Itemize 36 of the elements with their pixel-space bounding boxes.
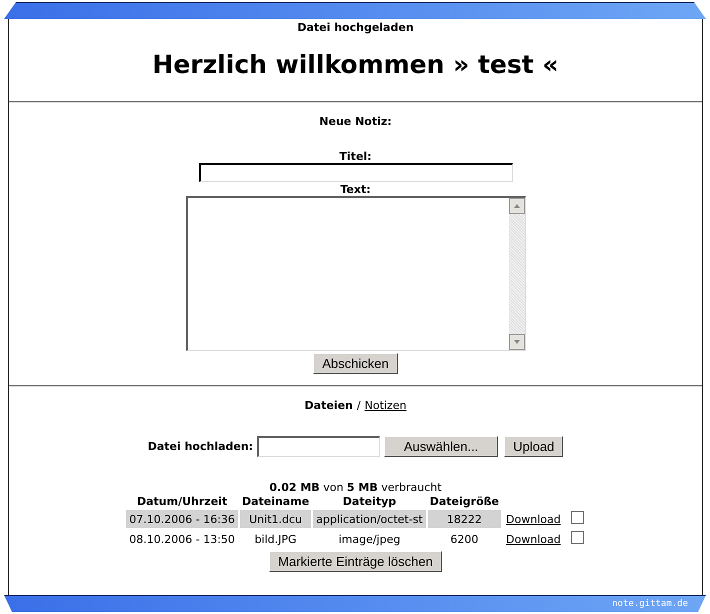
row-checkbox[interactable]	[570, 511, 584, 524]
table-cell: 18222	[428, 510, 502, 528]
download-link[interactable]: Download	[504, 532, 563, 546]
site-address: note.gittam.de	[612, 599, 688, 609]
column-header: Dateigröße	[428, 495, 500, 508]
nav-separator: /	[356, 399, 361, 412]
welcome-heading: Herzlich willkommen » test «	[152, 50, 559, 79]
browse-button[interactable]: Auswählen...	[384, 436, 498, 457]
nav-link[interactable]: Notizen	[364, 399, 406, 412]
table-cell: Unit1.dcu	[240, 510, 312, 528]
table-cell-text: image/jpeg	[338, 532, 402, 548]
scroll-up-icon[interactable]	[508, 198, 524, 214]
upload-label: Datei hochladen:	[148, 440, 254, 453]
submit-button[interactable]: Abschicken	[313, 353, 398, 374]
storage-usage: 0.02 MB von 5 MB verbraucht	[269, 481, 442, 494]
status-message: Datei hochgeladen	[297, 21, 414, 34]
file-path-field[interactable]	[257, 436, 380, 457]
column-header: Dateiname	[240, 495, 310, 508]
title-label: Titel:	[339, 150, 372, 163]
table-cell-text: bild.JPG	[254, 532, 298, 548]
table-cell-text: 08.10.2006 - 13:50	[128, 532, 236, 548]
delete-selected-button[interactable]: Markierte Einträge löschen	[269, 551, 442, 572]
column-header: Datum/Uhrzeit	[136, 495, 228, 508]
table-cell-text: 6200	[449, 532, 480, 548]
upload-button[interactable]: Upload	[504, 436, 564, 457]
text-label: Text:	[340, 183, 371, 196]
row-checkbox[interactable]	[570, 531, 584, 544]
table-cell: application/octet-st	[313, 510, 426, 528]
text-area[interactable]	[186, 196, 526, 351]
form-title: Neue Notiz:	[319, 115, 392, 128]
column-header: Dateityp	[342, 495, 398, 508]
download-link[interactable]: Download	[504, 512, 563, 526]
nav-link[interactable]: Dateien	[304, 399, 353, 412]
title-field[interactable]	[198, 163, 512, 182]
table-cell: 07.10.2006 - 16:36	[126, 510, 238, 528]
scroll-down-icon[interactable]	[508, 334, 524, 350]
